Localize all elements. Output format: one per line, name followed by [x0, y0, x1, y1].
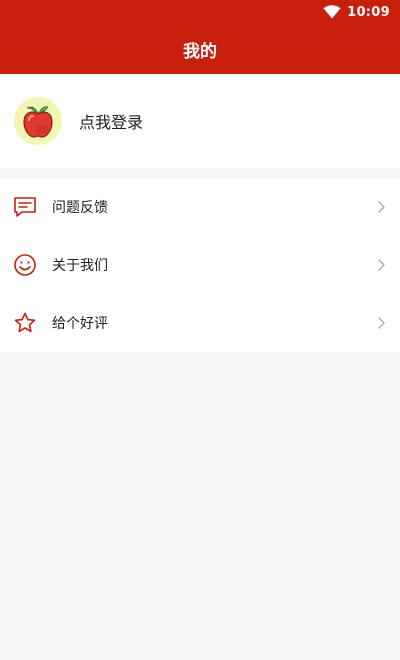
profile-login-row[interactable]: 点我登录 [0, 74, 400, 168]
chevron-right-icon [378, 317, 385, 329]
chevron-right-icon [378, 201, 385, 213]
wifi-icon [323, 5, 341, 19]
page-title: 我的 [183, 41, 217, 62]
menu-label-feedback: 问题反馈 [52, 200, 108, 216]
star-icon [14, 312, 36, 333]
status-bar: 10:09 [0, 0, 400, 24]
settings-menu: 问题反馈 关于我们 给个好评 [0, 178, 400, 352]
message-icon [14, 197, 36, 217]
login-text[interactable]: 点我登录 [79, 109, 143, 133]
menu-label-about: 关于我们 [52, 258, 108, 274]
menu-item-feedback[interactable]: 问题反馈 [0, 178, 400, 236]
chevron-right-icon [378, 259, 385, 271]
menu-item-about[interactable]: 关于我们 [0, 236, 400, 294]
menu-label-rate: 给个好评 [52, 316, 108, 332]
status-time: 10:09 [347, 4, 390, 20]
avatar[interactable] [14, 97, 62, 145]
app-bar: 我的 [0, 24, 400, 74]
smile-icon [14, 254, 36, 276]
menu-item-rate[interactable]: 给个好评 [0, 294, 400, 352]
apple-avatar-icon [23, 106, 53, 138]
